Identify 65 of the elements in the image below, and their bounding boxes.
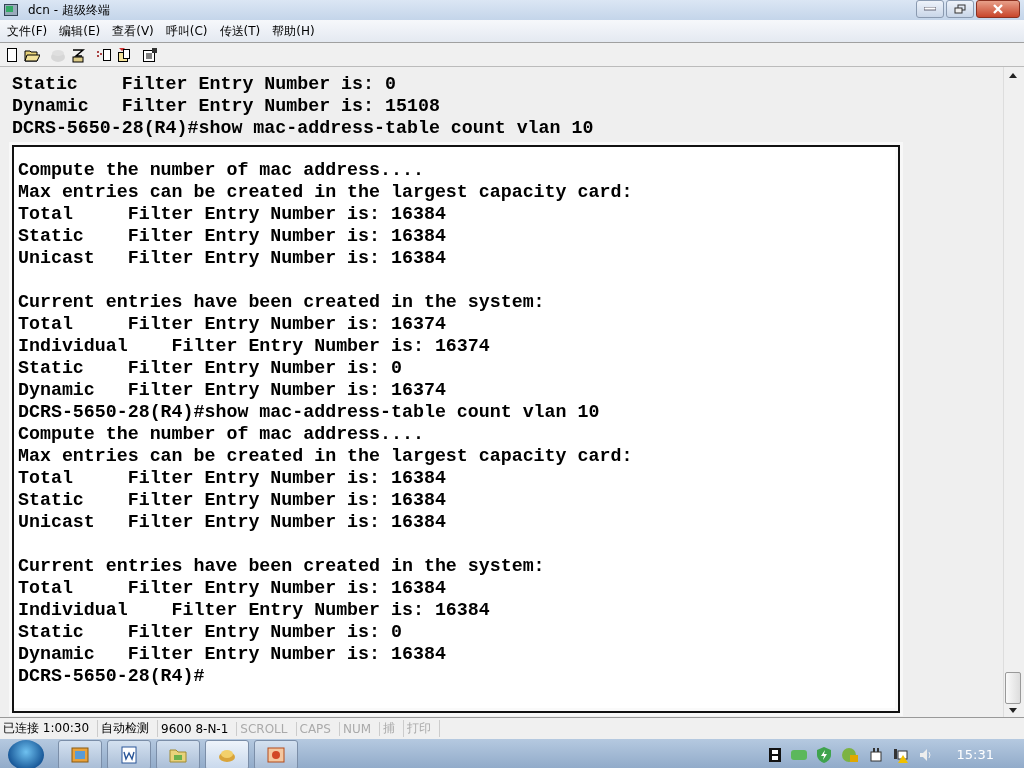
terminal-line: DCRS-5650-28(R4)# xyxy=(18,665,206,687)
terminal-line: Individual Filter Entry Number is: 16374 xyxy=(18,335,491,357)
terminal-line: Compute the number of mac address.... xyxy=(18,423,425,445)
status-indicator: SCROLL xyxy=(237,721,297,736)
terminal-line: Static Filter Entry Number is: 16384 xyxy=(18,489,447,511)
terminal-line: Dynamic Filter Entry Number is: 16374 xyxy=(18,379,447,401)
terminal-line: Total Filter Entry Number is: 16384 xyxy=(18,203,447,225)
taskbar-button[interactable] xyxy=(107,739,151,768)
network-warning-icon[interactable] xyxy=(892,746,909,763)
terminal-line: Static Filter Entry Number is: 0 xyxy=(18,621,403,643)
terminal-line: Compute the number of mac address.... xyxy=(18,159,425,181)
taskbar-button[interactable] xyxy=(156,739,200,768)
terminal-line: Total Filter Entry Number is: 16384 xyxy=(18,577,447,599)
status-indicator: CAPS xyxy=(296,721,340,736)
terminal-line: Total Filter Entry Number is: 16384 xyxy=(18,467,447,489)
taskbar-button[interactable] xyxy=(58,739,102,768)
presentation-icon xyxy=(267,745,285,764)
terminal-line: Static Filter Entry Number is: 16384 xyxy=(18,225,447,247)
clock: 15:31 xyxy=(956,747,994,762)
scroll-thumb[interactable] xyxy=(1005,672,1021,704)
scroll-down-icon[interactable] xyxy=(1009,708,1017,713)
terminal-line: Unicast Filter Entry Number is: 16384 xyxy=(18,247,447,269)
shield-icon[interactable] xyxy=(816,746,831,763)
terminal-line: Static Filter Entry Number is: 0 xyxy=(18,357,403,379)
menu-item[interactable]: 文件(F) xyxy=(2,22,53,40)
document-icon xyxy=(120,745,138,764)
terminal-line: Total Filter Entry Number is: 16374 xyxy=(18,313,447,335)
terminal-line: Static Filter Entry Number is: 0 xyxy=(12,73,397,95)
close-icon xyxy=(992,4,1004,14)
status-indicator: 打印 xyxy=(404,720,441,737)
status-indicator: 已连接 1:00:30 xyxy=(0,720,99,737)
minimize-icon xyxy=(924,7,936,11)
menu-item[interactable]: 帮助(H) xyxy=(267,22,320,40)
menu-item[interactable]: 呼叫(C) xyxy=(160,22,213,40)
taskbar-button[interactable] xyxy=(205,739,249,768)
status-indicator: 9600 8-N-1 xyxy=(158,721,238,736)
status-indicator: 自动检测 xyxy=(98,720,159,737)
app-icon xyxy=(4,4,18,16)
film-icon[interactable] xyxy=(768,747,781,762)
restore-button[interactable] xyxy=(946,0,974,18)
minimize-button[interactable] xyxy=(916,0,944,18)
terminal-line: Individual Filter Entry Number is: 16384 xyxy=(18,599,491,621)
terminal-line: Unicast Filter Entry Number is: 16384 xyxy=(18,511,447,533)
start-button[interactable] xyxy=(8,739,44,768)
terminal-line: Max entries can be created in the largest capacity card: xyxy=(18,445,634,467)
taskbar-button[interactable] xyxy=(254,739,298,768)
terminal-line: Dynamic Filter Entry Number is: 16384 xyxy=(18,643,447,665)
terminal-line: Current entries have been created in the system: xyxy=(18,555,546,577)
close-button[interactable] xyxy=(976,0,1020,18)
restore-icon xyxy=(954,4,966,14)
terminal-line: DCRS-5650-28(R4)#show mac-address-table count vlan 10 xyxy=(12,117,595,139)
terminal-line: Dynamic Filter Entry Number is: 15108 xyxy=(12,95,441,117)
plug-icon[interactable] xyxy=(868,746,883,763)
window-icon xyxy=(71,745,89,764)
terminal-line: Current entries have been created in the system: xyxy=(18,291,546,313)
scroll-up-icon[interactable] xyxy=(1009,73,1017,78)
menu-item[interactable]: 查看(V) xyxy=(107,22,159,40)
menu-item[interactable]: 传送(T) xyxy=(214,22,266,40)
window-title: dcn - 超级终端 xyxy=(28,1,111,19)
menu-item[interactable]: 编辑(E) xyxy=(54,22,106,40)
status-indicator: NUM xyxy=(339,721,381,736)
vertical-scrollbar[interactable] xyxy=(1003,67,1022,717)
status-indicator: 捕 xyxy=(380,720,405,737)
terminal-line: Max entries can be created in the largest capacity card: xyxy=(18,181,634,203)
terminal-line: DCRS-5650-28(R4)#show mac-address-table count vlan 10 xyxy=(18,401,601,423)
